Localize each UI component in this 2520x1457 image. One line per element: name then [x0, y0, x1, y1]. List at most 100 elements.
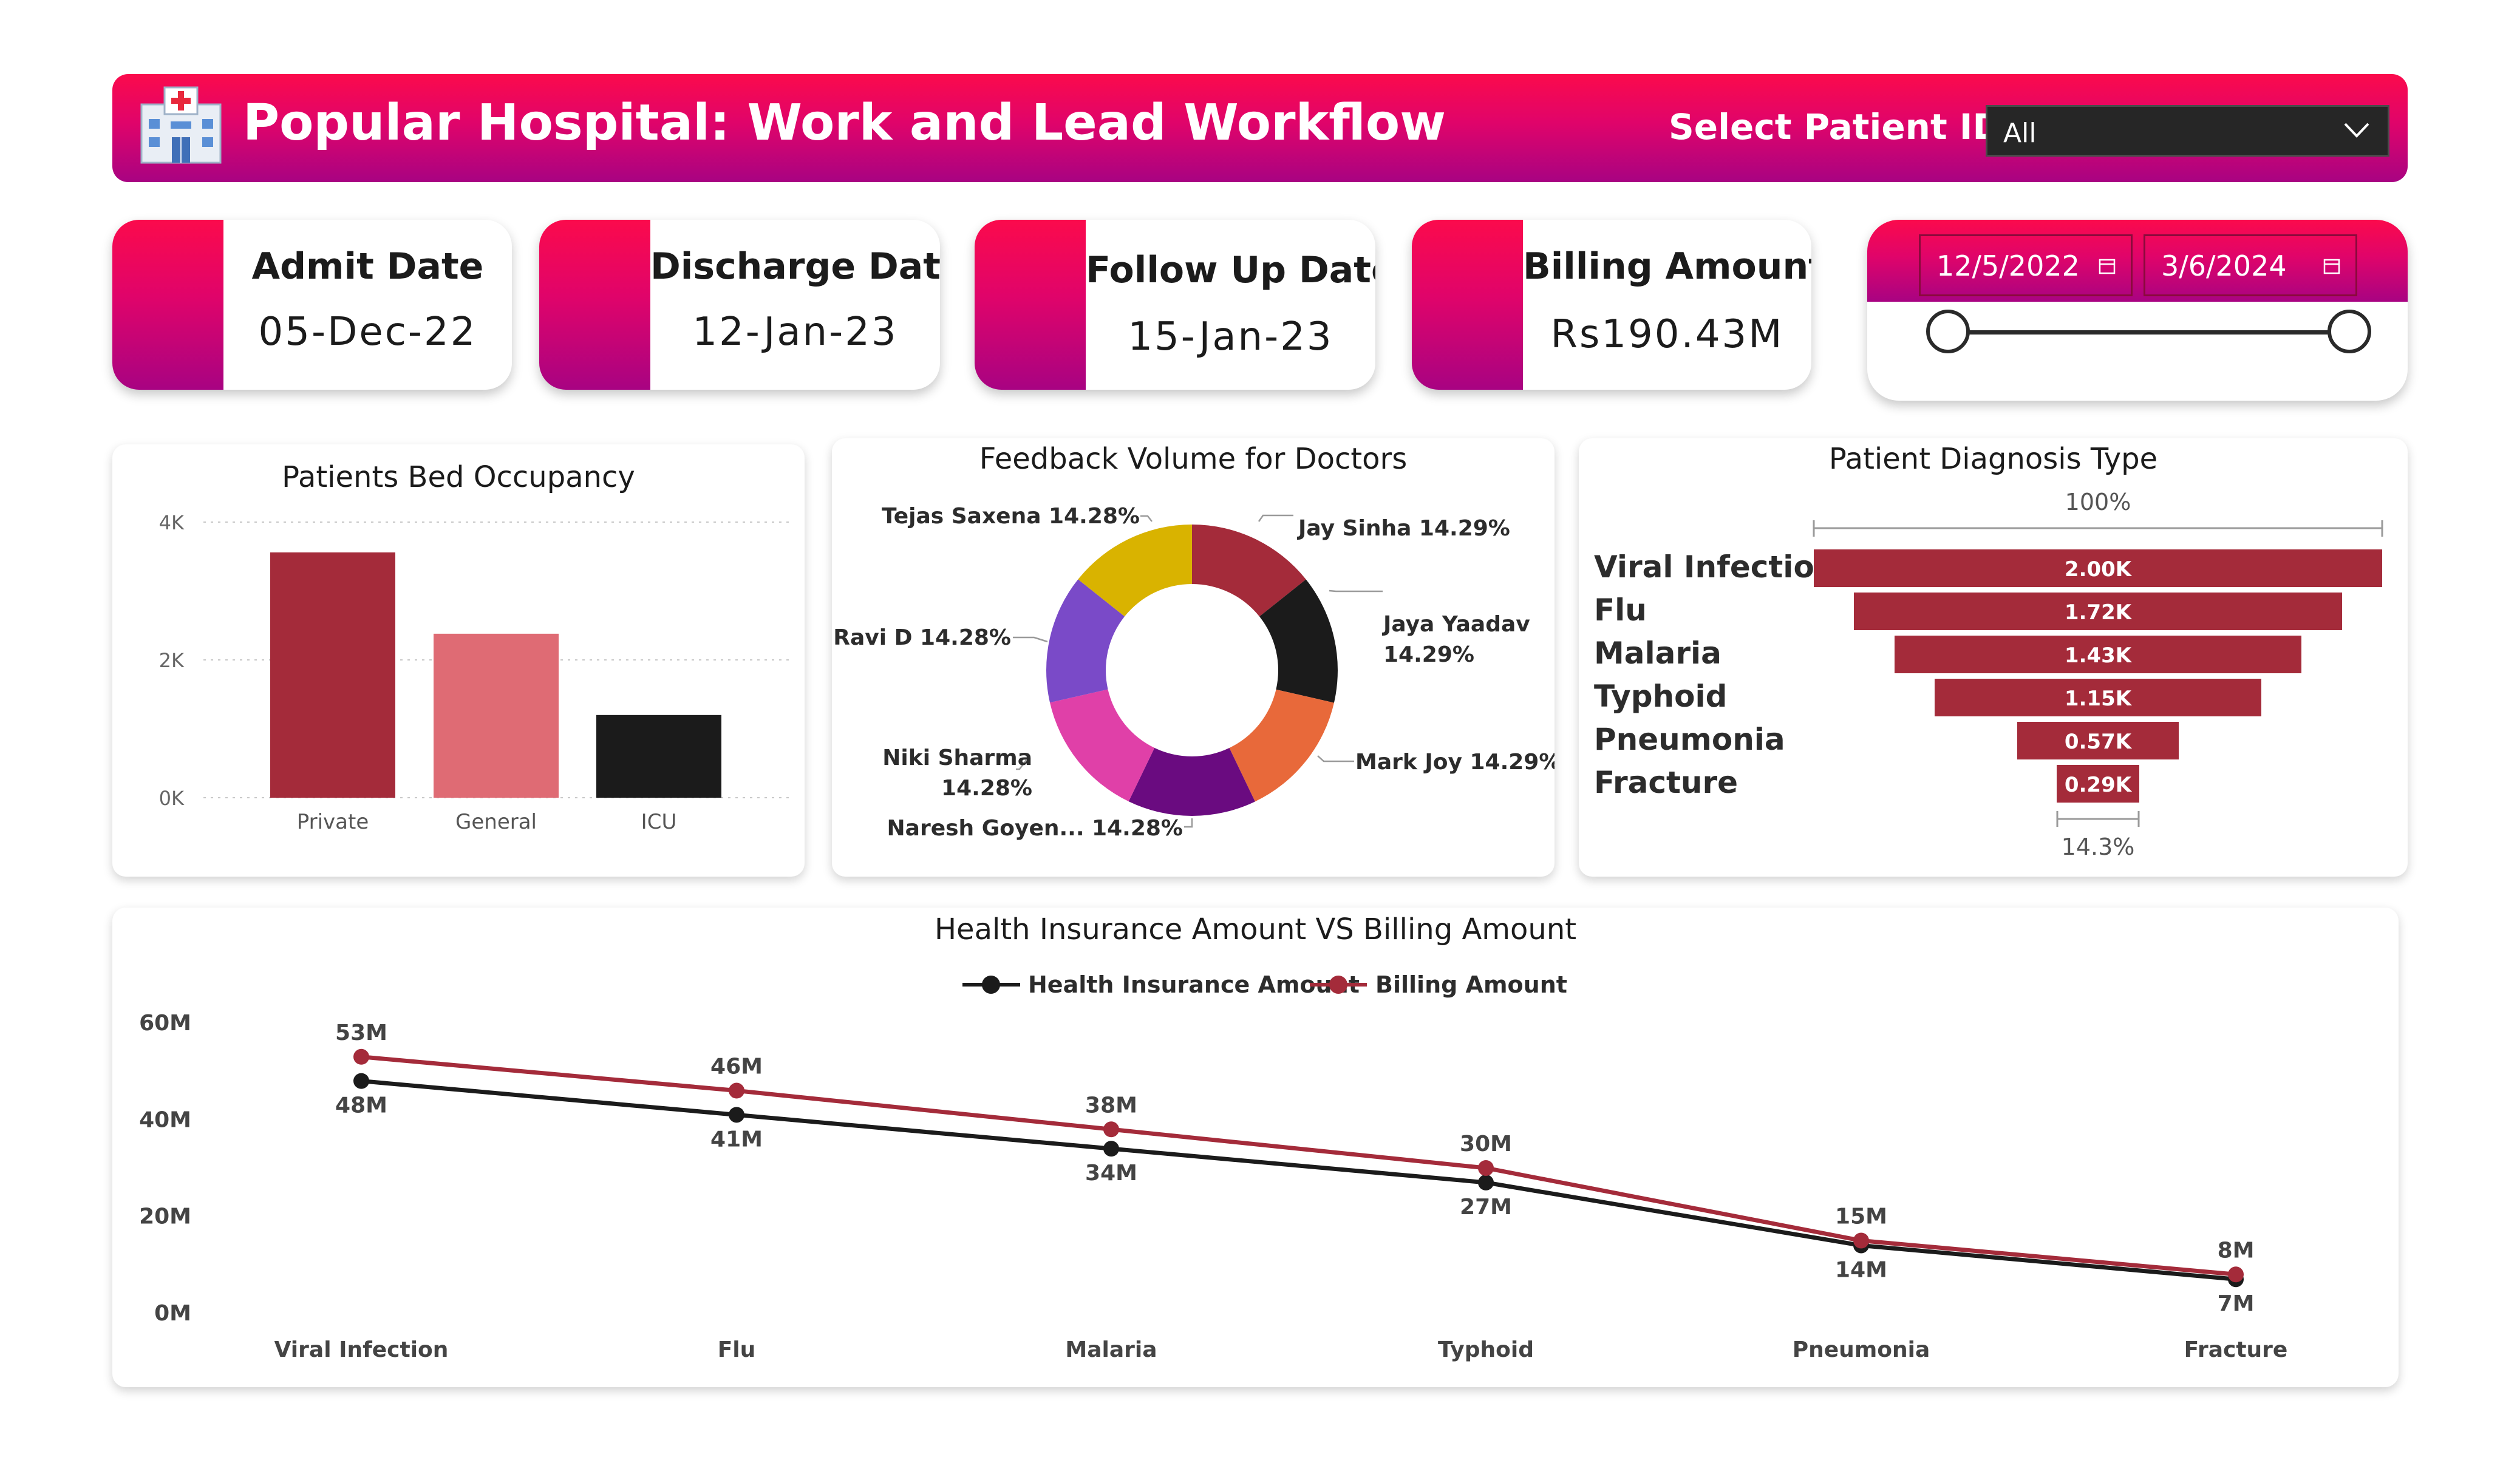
donut-label-jaya-yaadav-name: Jaya Yaadav — [1381, 612, 1530, 637]
funnel-bar-pneumonia[interactable]: 0.57K — [2017, 722, 2179, 759]
bar-general[interactable] — [434, 633, 559, 798]
bar-private[interactable] — [270, 552, 395, 798]
donut-label-jaya-yaadav-pct: 14.29% — [1383, 642, 1474, 667]
start-date-input[interactable]: 12/5/2022 — [1919, 234, 2133, 296]
kpi-card-discharge-date: Discharge Date 12-Jan-23 — [539, 220, 940, 390]
date-range-slicer: 12/5/2022 3/6/2024 — [1867, 220, 2408, 401]
y-tick-label: 0M — [154, 1301, 191, 1326]
funnel-bar-viral-infection[interactable]: 2.00K — [1814, 549, 2382, 587]
slider-end-handle[interactable] — [2328, 310, 2371, 353]
donut-label-niki-sharma-pct: 14.28% — [941, 776, 1032, 801]
slider-start-handle[interactable] — [1926, 310, 1970, 353]
data-label: 15M — [1835, 1204, 1887, 1229]
data-label: 46M — [710, 1055, 763, 1079]
slider-track[interactable] — [1947, 330, 2349, 335]
funnel-bar-flu[interactable]: 1.72K — [1853, 593, 2343, 630]
calendar-icon[interactable] — [2098, 257, 2116, 275]
data-label: 48M — [335, 1093, 387, 1118]
data-point[interactable] — [353, 1048, 369, 1065]
data-label: 7M — [2218, 1291, 2255, 1316]
kpi-accent-strip — [1412, 220, 1523, 390]
donut-label-naresh-goyen: Naresh Goyen... 14.28% — [887, 816, 1183, 841]
hospital-icon — [140, 86, 222, 164]
insurance-vs-billing-chart: Health Insurance Amount Billing Amount 6… — [139, 971, 2287, 1362]
funnel-value-label: 0.29K — [2064, 773, 2132, 797]
calendar-icon[interactable] — [2323, 257, 2341, 275]
y-tick-label: 4K — [159, 511, 185, 534]
y-tick-label: 40M — [139, 1107, 191, 1132]
data-point[interactable] — [729, 1107, 744, 1123]
kpi-card-billing-amount: Billing Amount Rs190.43M — [1412, 220, 1811, 390]
funnel-category-label: Pneumonia — [1594, 722, 1785, 757]
funnel-value-label: 1.72K — [2064, 600, 2132, 625]
donut-label-jay-sinha: Jay Sinha 14.29% — [1296, 516, 1510, 541]
funnel-category-label: Fracture — [1594, 765, 1738, 800]
data-point[interactable] — [1853, 1232, 1869, 1249]
x-tick-label: ICU — [641, 810, 677, 834]
x-tick-label: Private — [297, 810, 369, 834]
funnel-value-label: 1.43K — [2064, 644, 2132, 668]
kpi-accent-strip — [112, 220, 223, 390]
kpi-accent-strip — [539, 220, 650, 390]
funnel-bar-typhoid[interactable]: 1.15K — [1934, 679, 2262, 716]
funnel-bottom-percent: 14.3% — [2062, 834, 2135, 860]
feedback-volume-panel: Feedback Volume for Doctors Tejas Saxena… — [832, 438, 1555, 877]
data-label: 53M — [335, 1021, 387, 1045]
bar-icu[interactable] — [596, 715, 721, 798]
data-point[interactable] — [729, 1082, 744, 1099]
patient-id-filter-label: Select Patient IDs — [1669, 106, 2023, 148]
legend-billing-amount: Billing Amount — [1375, 971, 1567, 998]
data-label: 41M — [710, 1127, 763, 1152]
donut-label-mark-joy: Mark Joy 14.29% — [1355, 750, 1555, 775]
data-label: 34M — [1085, 1161, 1137, 1186]
funnel-category-label: Flu — [1594, 593, 1647, 628]
x-tick-label: Pneumonia — [1793, 1337, 1930, 1362]
chart-legend: Health Insurance Amount Billing Amount — [962, 971, 1567, 998]
y-tick-label: 2K — [159, 649, 185, 672]
kpi-value: 15-Jan-23 — [1128, 314, 1333, 359]
end-date-value: 3/6/2024 — [2161, 250, 2287, 282]
data-point[interactable] — [1478, 1174, 1494, 1190]
funnel-category-label: Viral Infection — [1594, 549, 1836, 585]
data-point[interactable] — [353, 1073, 369, 1089]
data-label: 27M — [1460, 1195, 1512, 1220]
kpi-label: Billing Amount — [1523, 245, 1811, 288]
x-tick-label: General — [455, 810, 537, 834]
funnel-bar-fracture[interactable]: 0.29K — [2057, 765, 2139, 803]
x-tick-label: Typhoid — [1438, 1337, 1534, 1362]
kpi-card-admit-date: Admit Date 05-Dec-22 — [112, 220, 512, 390]
page-title: Popular Hospital: Work and Lead Workflow — [243, 94, 1446, 152]
bed-occupancy-panel: Patients Bed Occupancy 4K 2K 0K Private Gene… — [112, 444, 805, 877]
funnel-value-label: 0.57K — [2064, 730, 2132, 754]
patient-id-dropdown[interactable]: All — [1986, 105, 2389, 157]
data-point[interactable] — [1103, 1141, 1119, 1157]
kpi-card-follow-up-date: Follow Up Date 15-Jan-23 — [975, 220, 1375, 390]
data-point[interactable] — [2228, 1266, 2244, 1283]
diagnosis-type-panel: Patient Diagnosis Type 100% 14.3% Viral … — [1579, 438, 2408, 877]
start-date-value: 12/5/2022 — [1936, 250, 2080, 282]
funnel-bar-malaria[interactable]: 1.43K — [1895, 636, 2301, 673]
chevron-down-icon — [2344, 123, 2369, 138]
feedback-donut-chart: Tejas Saxena 14.28% Jay Sinha 14.29% Jay… — [833, 504, 1555, 841]
y-tick-label: 60M — [139, 1011, 191, 1036]
funnel-top-percent: 100% — [2065, 489, 2131, 515]
y-tick-label: 20M — [139, 1204, 191, 1229]
kpi-value: Rs190.43M — [1550, 312, 1784, 357]
kpi-label: Admit Date — [251, 245, 484, 288]
data-point[interactable] — [1103, 1121, 1119, 1138]
end-date-input[interactable]: 3/6/2024 — [2144, 234, 2357, 296]
insurance-vs-billing-panel: Health Insurance Amount VS Billing Amoun… — [112, 908, 2399, 1387]
data-label: 38M — [1085, 1093, 1137, 1118]
data-label: 30M — [1460, 1132, 1512, 1156]
bed-occupancy-chart: 4K 2K 0K Private General ICU — [159, 511, 792, 834]
kpi-label: Discharge Date — [650, 245, 940, 288]
x-tick-label: Viral Infection — [274, 1337, 449, 1362]
donut-label-tejas-saxena: Tejas Saxena 14.28% — [882, 504, 1140, 529]
kpi-label: Follow Up Date — [1086, 249, 1375, 291]
data-point[interactable] — [1478, 1160, 1494, 1176]
donut-label-ravi-d: Ravi D 14.28% — [833, 625, 1011, 650]
kpi-accent-strip — [975, 220, 1086, 390]
data-label: 14M — [1835, 1257, 1887, 1282]
y-tick-label: 0K — [159, 787, 185, 810]
kpi-value: 05-Dec-22 — [258, 310, 477, 355]
